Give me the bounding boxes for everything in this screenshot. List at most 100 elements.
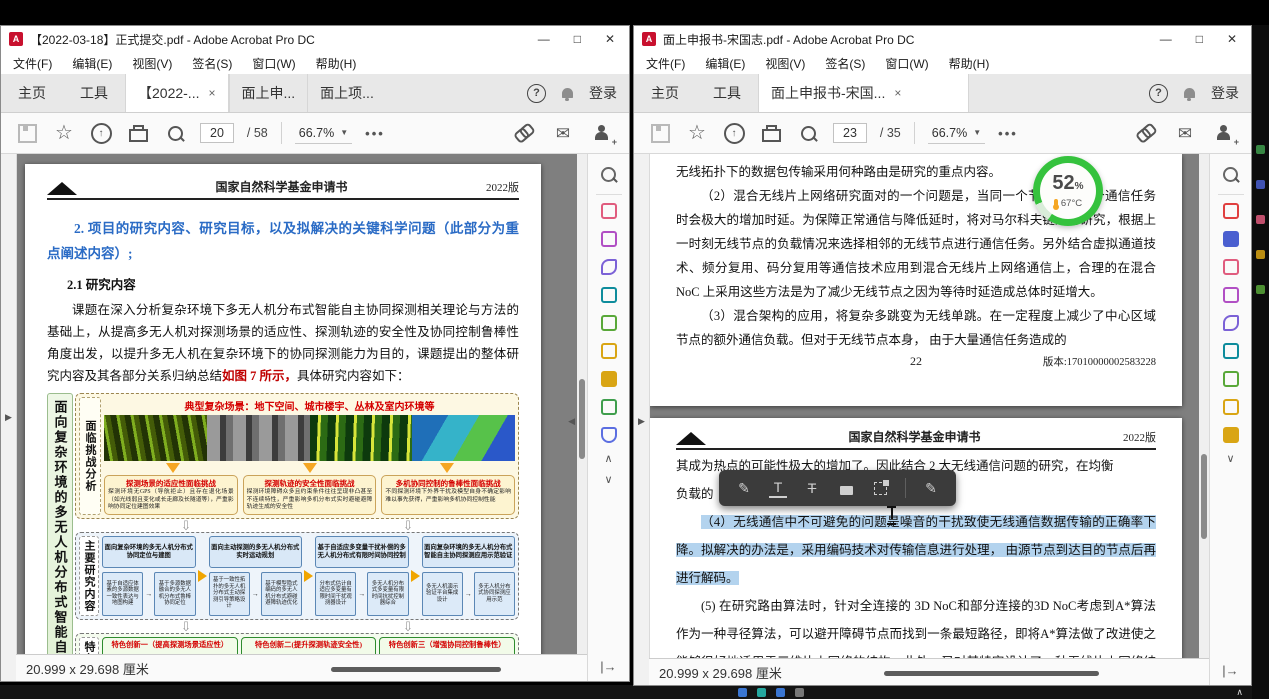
menu-help[interactable]: 帮助(H) — [316, 55, 357, 72]
organize-pages-icon[interactable] — [601, 203, 617, 219]
maximize-button[interactable]: □ — [574, 32, 581, 46]
scan-ocr-icon[interactable] — [601, 399, 617, 415]
page-number-input[interactable]: 20 — [200, 123, 234, 143]
organize-pages-icon[interactable] — [1223, 259, 1239, 275]
minimize-button[interactable]: — — [538, 32, 550, 46]
title-bar[interactable]: A 面上申报书-宋国志.pdf - Adobe Acrobat Pro DC —… — [634, 26, 1251, 52]
menu-window[interactable]: 窗口(W) — [885, 55, 928, 72]
tab-home[interactable]: 主页 — [634, 74, 696, 112]
compare-files-icon[interactable] — [601, 343, 617, 359]
share-upload-icon[interactable]: ↑ — [89, 121, 113, 145]
help-icon[interactable]: ? — [1149, 84, 1168, 103]
send-for-review-icon[interactable] — [601, 287, 617, 303]
close-button[interactable]: ✕ — [1227, 32, 1237, 46]
doc-tab-active[interactable]: 面上申报书-宋国... × — [758, 74, 969, 112]
copy-selection-icon[interactable] — [871, 479, 889, 497]
comment-icon[interactable] — [601, 371, 617, 387]
edit-pdf-icon[interactable] — [601, 315, 617, 331]
underline-text-icon[interactable]: T — [769, 478, 787, 498]
minimize-button[interactable]: — — [1160, 32, 1172, 46]
edit-annotation-icon[interactable]: ✎ — [922, 479, 940, 497]
vertical-scrollbar[interactable] — [1199, 154, 1209, 659]
zoom-select[interactable]: 66.7% ▼ — [928, 123, 985, 144]
search-plus-icon[interactable] — [597, 162, 621, 186]
menu-help[interactable]: 帮助(H) — [949, 55, 990, 72]
expand-panel-icon[interactable]: |→ — [1222, 666, 1238, 675]
compare-files-icon[interactable] — [1223, 399, 1239, 415]
email-icon[interactable]: ✉ — [551, 121, 575, 145]
comment-icon[interactable] — [1223, 427, 1239, 443]
zoom-select[interactable]: 66.7% ▼ — [295, 123, 352, 144]
menu-edit[interactable]: 编辑(E) — [705, 55, 745, 72]
horizontal-scrollbar[interactable] — [884, 671, 1099, 676]
expand-panel-icon[interactable]: |→ — [600, 662, 616, 671]
nav-pane-strip[interactable]: ▶ — [634, 154, 650, 685]
save-icon[interactable] — [15, 121, 39, 145]
tab-close-icon[interactable]: × — [894, 86, 901, 100]
tab-tools[interactable]: 工具 — [696, 74, 758, 112]
doc-tab-active[interactable]: 【2022-... × — [125, 74, 229, 112]
nav-pane-strip[interactable]: ▶ — [1, 154, 17, 681]
sign-in-button[interactable]: 登录 — [1211, 83, 1239, 103]
help-icon[interactable]: ? — [527, 84, 546, 103]
tab-close-icon[interactable]: × — [208, 86, 215, 100]
search-icon[interactable] — [163, 121, 187, 145]
taskbar-app-icon[interactable] — [757, 688, 766, 697]
add-user-icon[interactable]: + — [1213, 121, 1237, 145]
share-link-icon[interactable] — [1133, 121, 1157, 145]
stamp-icon[interactable] — [837, 479, 855, 497]
send-for-review-icon[interactable] — [1223, 343, 1239, 359]
doc-tab-3[interactable]: 面上项... — [307, 74, 386, 112]
nav-pane-expand-icon[interactable]: ▶ — [5, 412, 12, 423]
print-icon[interactable] — [126, 121, 150, 145]
rail-scroll-up-icon[interactable]: ∧ — [604, 455, 612, 464]
share-link-icon[interactable] — [511, 121, 535, 145]
protect-icon[interactable] — [601, 427, 617, 443]
create-pdf-icon[interactable] — [1223, 203, 1239, 219]
taskbar-app-icon[interactable] — [738, 688, 747, 697]
notification-bell-icon[interactable] — [1184, 88, 1195, 98]
menu-window[interactable]: 窗口(W) — [252, 55, 295, 72]
doc-tab-2[interactable]: 面上申... — [229, 74, 308, 112]
sign-in-button[interactable]: 登录 — [589, 83, 617, 103]
maximize-button[interactable]: □ — [1196, 32, 1203, 46]
search-plus-icon[interactable] — [1219, 162, 1243, 186]
search-icon[interactable] — [796, 121, 820, 145]
print-icon[interactable] — [759, 121, 783, 145]
taskbar-app-icon[interactable] — [776, 688, 785, 697]
menu-file[interactable]: 文件(F) — [646, 55, 685, 72]
menu-file[interactable]: 文件(F) — [13, 55, 52, 72]
edit-pdf-icon[interactable] — [1223, 371, 1239, 387]
save-icon[interactable] — [648, 121, 672, 145]
add-user-icon[interactable]: + — [591, 121, 615, 145]
tab-tools[interactable]: 工具 — [63, 74, 125, 112]
rail-scroll-down-icon[interactable]: ∨ — [604, 476, 612, 485]
title-bar[interactable]: A 【2022-03-18】正式提交.pdf - Adobe Acrobat P… — [1, 26, 629, 52]
star-icon[interactable]: ☆ — [52, 121, 76, 145]
notification-bell-icon[interactable] — [562, 88, 573, 98]
share-upload-icon[interactable]: ↑ — [722, 121, 746, 145]
export-pdf-icon[interactable] — [601, 231, 617, 247]
horizontal-scrollbar[interactable] — [331, 667, 501, 672]
nav-pane-expand-icon[interactable]: ▶ — [638, 416, 645, 427]
close-button[interactable]: ✕ — [605, 32, 615, 46]
email-icon[interactable]: ✉ — [1173, 121, 1197, 145]
menu-view[interactable]: 视图(V) — [132, 55, 172, 72]
tools-pane-collapse-icon[interactable]: ◀ — [568, 416, 575, 427]
menu-view[interactable]: 视图(V) — [765, 55, 805, 72]
highlight-pen-icon[interactable]: ✎ — [735, 479, 753, 497]
fill-sign-icon[interactable] — [1223, 315, 1239, 331]
more-tools-icon[interactable]: ••• — [998, 126, 1018, 141]
vertical-scrollbar[interactable] — [577, 154, 587, 655]
taskbar-app-icon[interactable] — [795, 688, 804, 697]
rail-scroll-down-icon[interactable]: ∨ — [1226, 455, 1234, 464]
page-number-input[interactable]: 23 — [833, 123, 867, 143]
performance-gauge-overlay[interactable]: 52% 67°C — [1033, 156, 1103, 226]
export-pdf-icon[interactable] — [1223, 287, 1239, 303]
menu-edit[interactable]: 编辑(E) — [72, 55, 112, 72]
menu-sign[interactable]: 签名(S) — [825, 55, 865, 72]
tab-home[interactable]: 主页 — [1, 74, 63, 112]
more-tools-icon[interactable]: ••• — [365, 126, 385, 141]
strikethrough-text-icon[interactable]: T — [803, 479, 821, 497]
combine-files-icon[interactable] — [1223, 231, 1239, 247]
